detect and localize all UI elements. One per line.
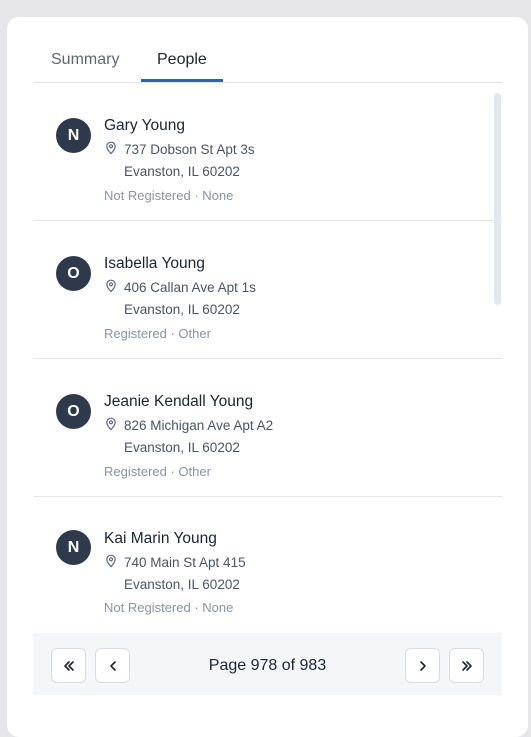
avatar: O: [56, 394, 91, 429]
person-name: Kai Marin Young: [104, 530, 217, 547]
address-line-2: Evanston, IL 60202: [124, 302, 240, 317]
list-item[interactable]: N Kai Marin Young 740 Main St Apt 415 Ev…: [33, 497, 502, 633]
location-pin-icon: [106, 554, 116, 568]
tab-bar: Summary People: [33, 17, 502, 83]
active-tab-indicator: [141, 79, 223, 82]
people-list[interactable]: N Gary Young 737 Dobson St Apt 3s Evanst…: [33, 83, 502, 633]
address-line-1: 826 Michigan Ave Apt A2: [124, 418, 274, 433]
avatar: N: [56, 118, 91, 153]
list-item[interactable]: N Gary Young 737 Dobson St Apt 3s Evanst…: [33, 83, 502, 221]
registration-status: Not Registered · None: [104, 600, 234, 615]
address-line-2: Evanston, IL 60202: [124, 577, 240, 592]
people-panel: Summary People N Gary Young 737 Dobson S…: [7, 17, 528, 737]
address-line-2: Evanston, IL 60202: [124, 440, 240, 455]
address-line-1: 737 Dobson St Apt 3s: [124, 142, 255, 157]
tab-people[interactable]: People: [157, 51, 207, 69]
location-pin-icon: [106, 417, 116, 431]
pagination-bar: Page 978 of 983: [33, 633, 502, 695]
address-line-1: 406 Callan Ave Apt 1s: [124, 280, 256, 295]
list-item[interactable]: O Isabella Young 406 Callan Ave Apt 1s E…: [33, 221, 502, 359]
person-name: Gary Young: [104, 117, 186, 134]
avatar: O: [56, 256, 91, 291]
registration-status: Registered · Other: [104, 464, 211, 479]
registration-status: Not Registered · None: [104, 188, 234, 203]
list-item[interactable]: O Jeanie Kendall Young 826 Michigan Ave …: [33, 359, 502, 497]
tab-summary[interactable]: Summary: [51, 51, 119, 69]
location-pin-icon: [106, 279, 116, 293]
chevron-right-icon: [419, 660, 426, 671]
next-page-button[interactable]: [405, 648, 440, 683]
person-name: Isabella Young: [104, 255, 205, 272]
avatar: N: [56, 530, 91, 565]
address-line-2: Evanston, IL 60202: [124, 164, 240, 179]
registration-status: Registered · Other: [104, 326, 211, 341]
last-page-button[interactable]: [449, 648, 484, 683]
person-name: Jeanie Kendall Young: [104, 393, 254, 410]
address-line-1: 740 Main St Apt 415: [124, 555, 246, 570]
location-pin-icon: [106, 141, 116, 155]
scrollbar-thumb[interactable]: [494, 93, 501, 305]
double-chevron-right-icon: [461, 660, 472, 671]
